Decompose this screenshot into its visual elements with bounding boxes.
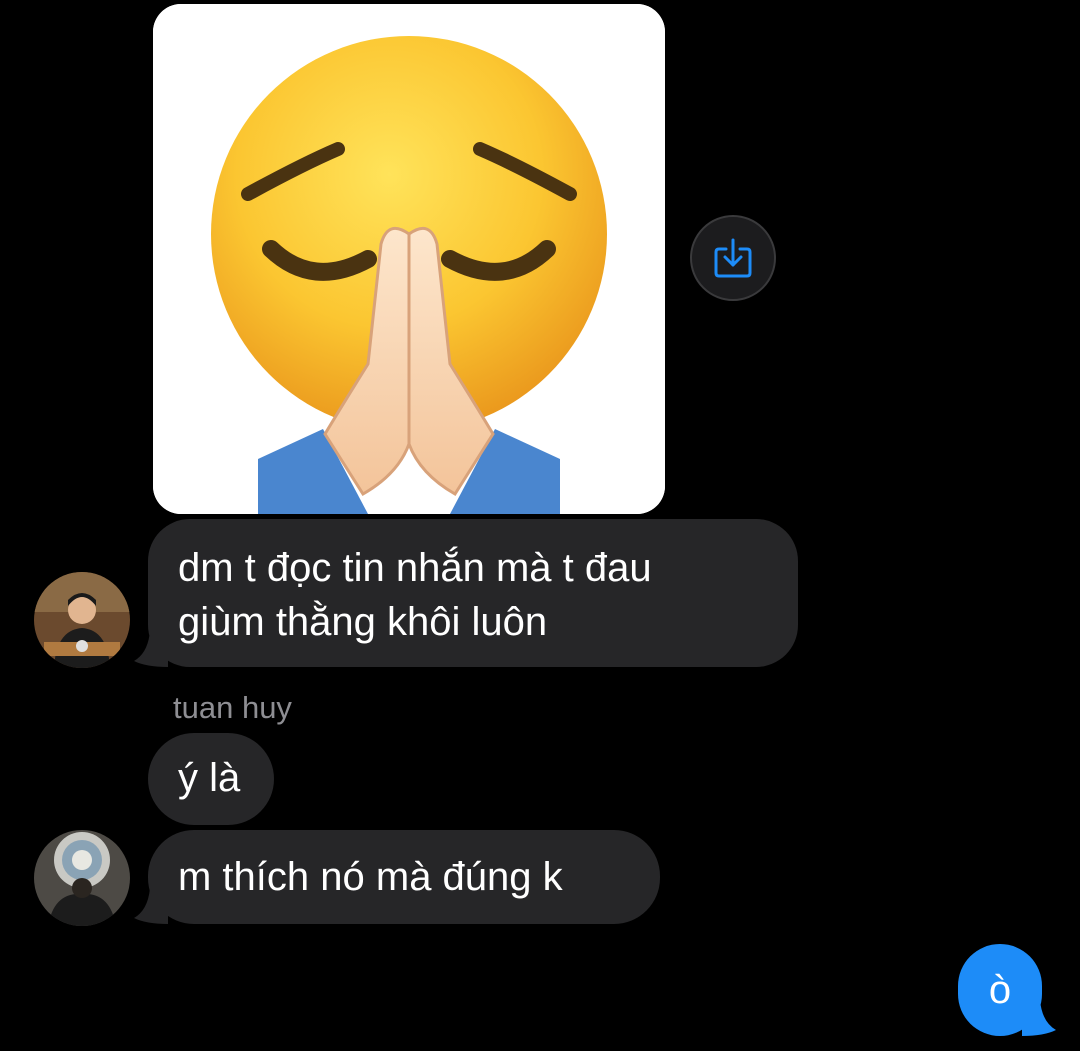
avatar-photo xyxy=(34,572,130,668)
message-text: m thích nó mà đúng k xyxy=(178,855,563,899)
sender-name: tuan huy xyxy=(173,690,292,725)
pleading-praying-emoji-image xyxy=(153,4,665,514)
outgoing-message-text: ò xyxy=(988,967,1012,1012)
avatar[interactable] xyxy=(34,572,130,668)
outgoing-message-bubble[interactable]: ò xyxy=(958,944,1056,1036)
bubble-tail xyxy=(134,888,168,924)
avatar[interactable] xyxy=(34,830,130,926)
message-text-line-1: dm t đọc tin nhắn mà t đau xyxy=(178,546,652,590)
share-download-icon xyxy=(714,238,752,278)
message-bubble[interactable]: m thích nó mà đúng k xyxy=(134,830,660,924)
message-bubble[interactable]: dm t đọc tin nhắn mà t đau giùm thằng kh… xyxy=(134,519,798,667)
message-text-line-2: giùm thằng khôi luôn xyxy=(178,600,548,644)
image-message[interactable] xyxy=(153,4,665,514)
share-button[interactable] xyxy=(690,215,776,301)
bubble-tail xyxy=(1022,1000,1056,1036)
chat-screen: dm t đọc tin nhắn mà t đau giùm thằng kh… xyxy=(0,0,1080,1051)
message-bubble[interactable]: ý là xyxy=(148,733,274,825)
bubble-tail xyxy=(134,631,168,667)
message-text: ý là xyxy=(178,756,241,800)
avatar-photo xyxy=(34,830,130,926)
